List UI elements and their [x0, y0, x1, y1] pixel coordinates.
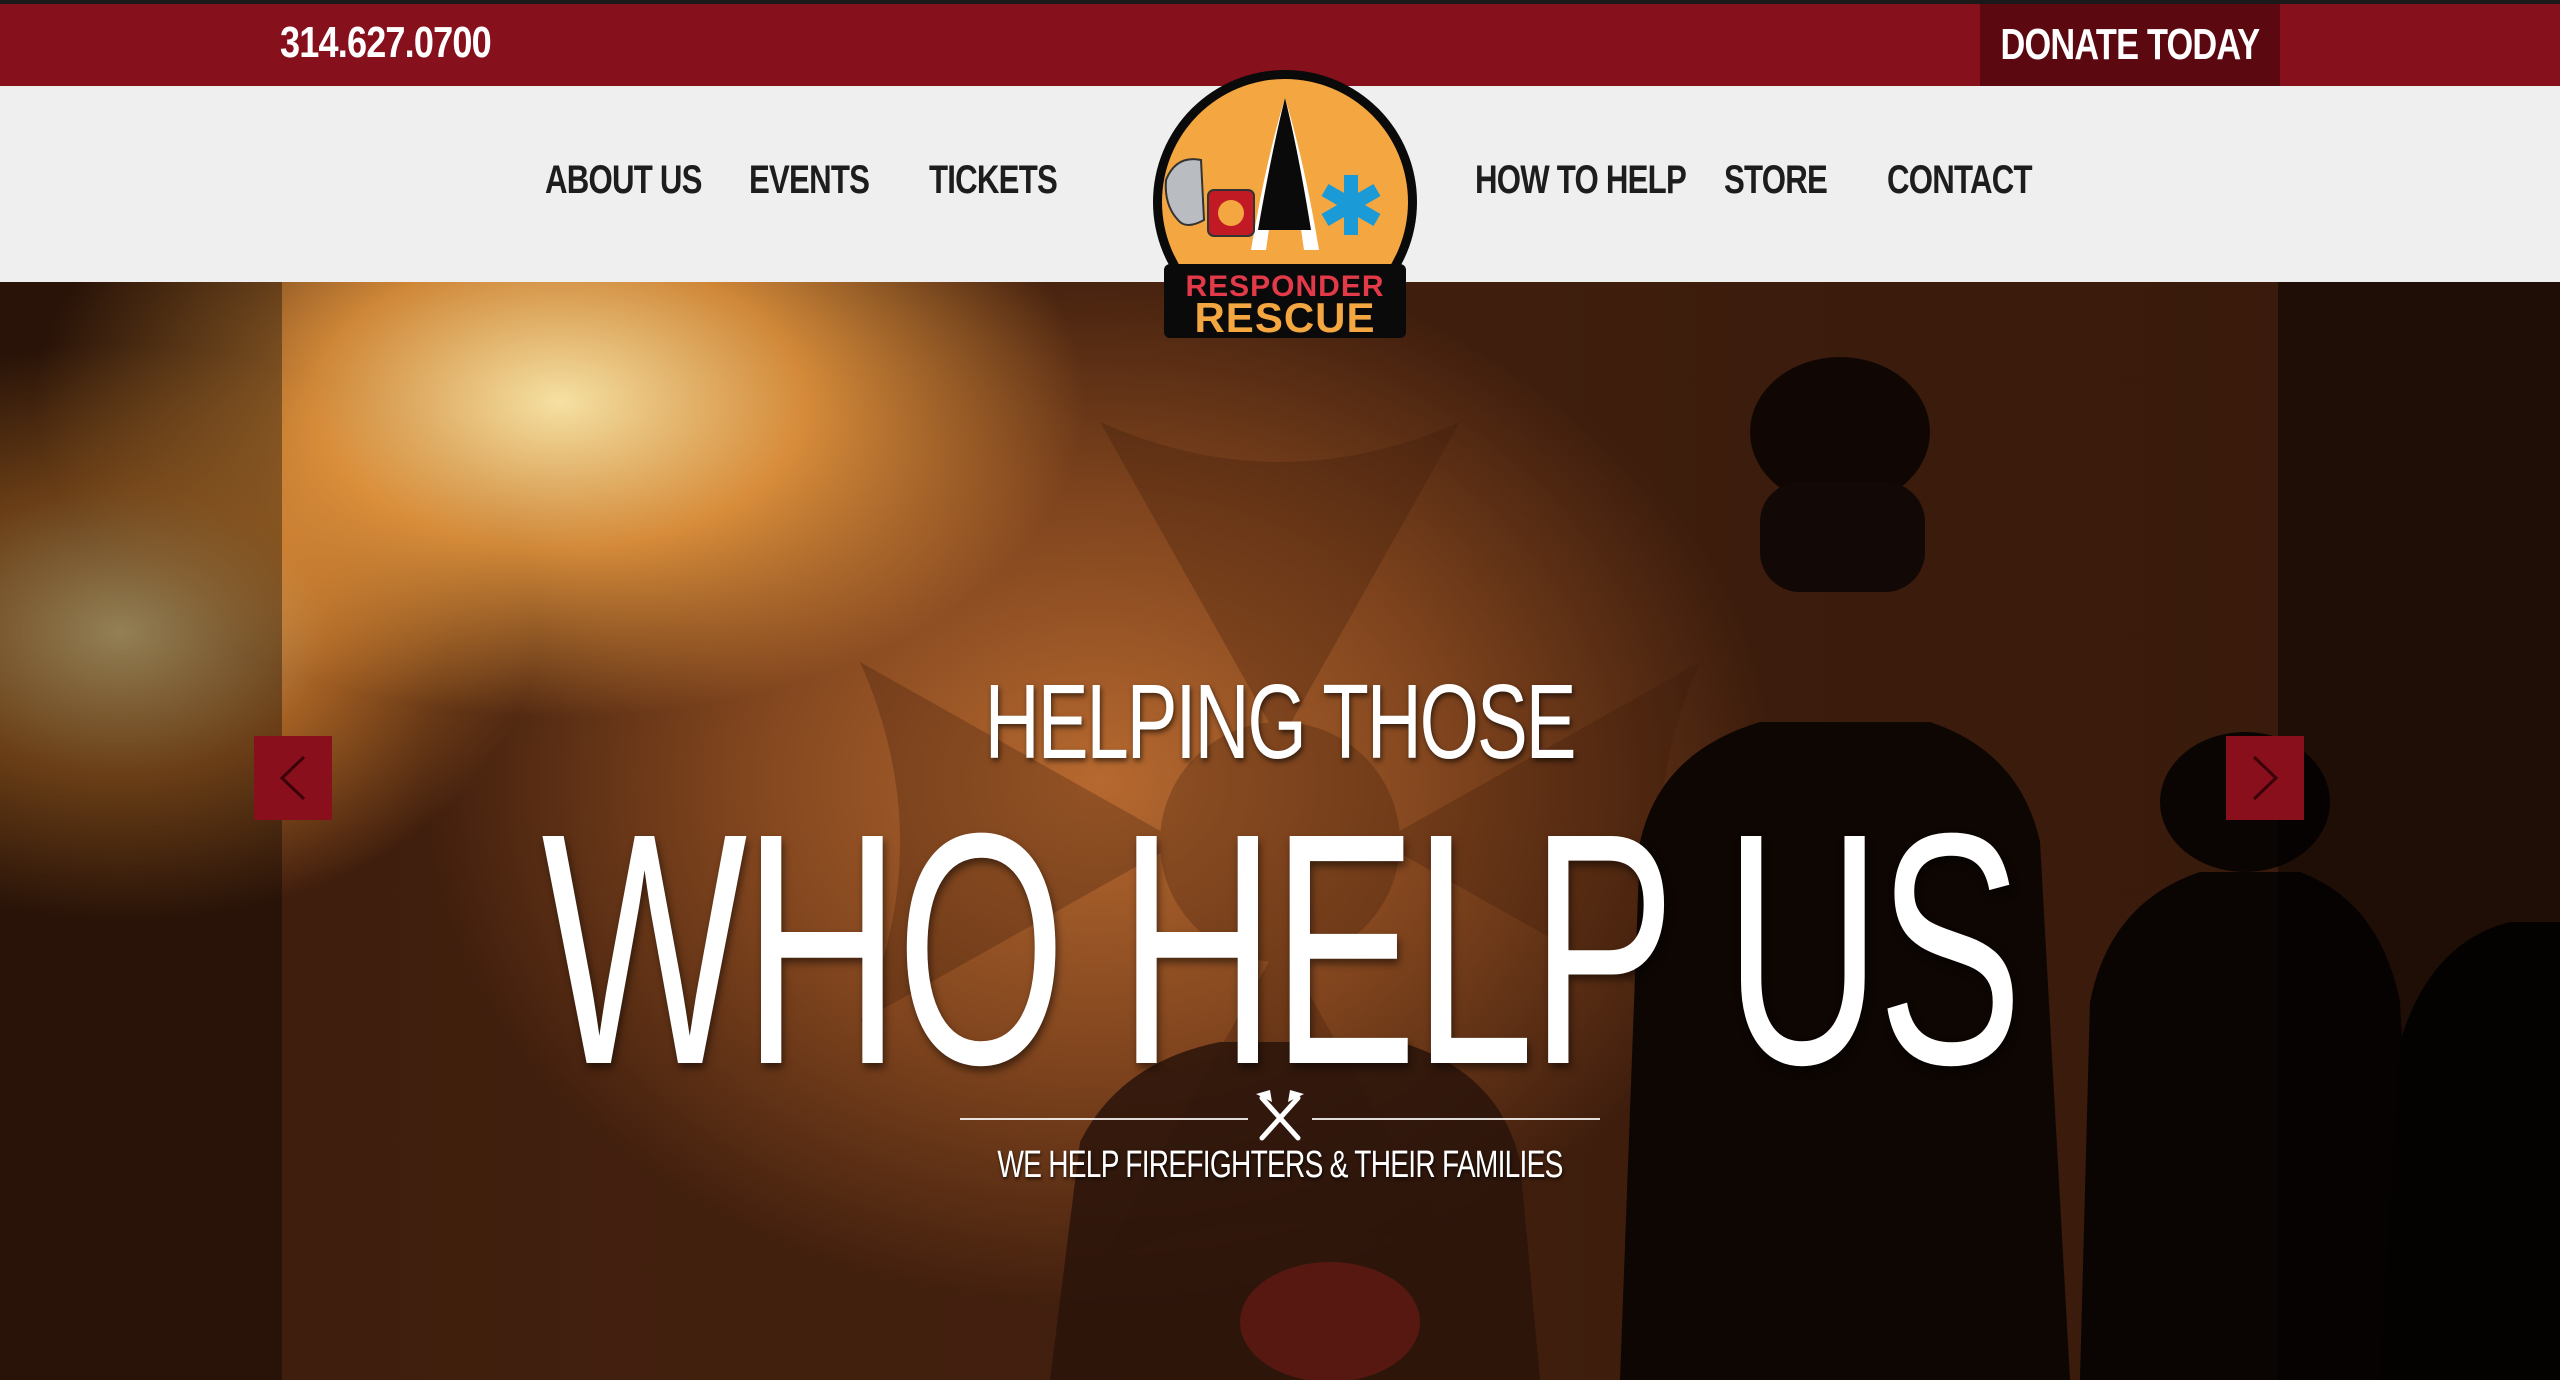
nav-about-us[interactable]: ABOUT US: [545, 158, 702, 208]
divider-left: [960, 1118, 1248, 1120]
nav-events[interactable]: EVENTS: [749, 158, 870, 208]
hero-slider: HELPING THOSE WHO HELP US WE HELP FIREFI…: [0, 282, 2560, 1380]
crossed-axes-icon: [1256, 1090, 1304, 1141]
divider-right: [1312, 1118, 1600, 1120]
nav-tickets[interactable]: TICKETS: [929, 158, 1058, 208]
hero-tagline-text: WE HELP FIREFIGHTERS & THEIR FAMILIES: [997, 1144, 1563, 1186]
donate-button[interactable]: DONATE TODAY: [1980, 4, 2280, 86]
chevron-right-icon: [2252, 755, 2279, 801]
nav-how-to-help[interactable]: HOW TO HELP: [1475, 158, 1687, 208]
nav-contact[interactable]: CONTACT: [1887, 158, 2033, 208]
hero-title-text: WHO HELP US: [541, 764, 2022, 1133]
slider-prev-button[interactable]: [254, 736, 332, 820]
donate-button-label: DONATE TODAY: [2000, 20, 2261, 69]
chevron-left-icon: [279, 755, 306, 801]
slider-next-button[interactable]: [2226, 736, 2304, 820]
hero-tagline: WE HELP FIREFIGHTERS & THEIR FAMILIES: [0, 1144, 2560, 1187]
responder-rescue-logo[interactable]: RESPONDER RESCUE: [1146, 70, 1424, 350]
nav-store[interactable]: STORE: [1724, 158, 1828, 208]
phone-number[interactable]: 314.627.0700: [280, 18, 492, 68]
logo-emblem: RESPONDER RESCUE: [1153, 70, 1417, 341]
hero-title: WHO HELP US: [0, 784, 2560, 1114]
logo-text-rescue: RESCUE: [1194, 294, 1375, 341]
